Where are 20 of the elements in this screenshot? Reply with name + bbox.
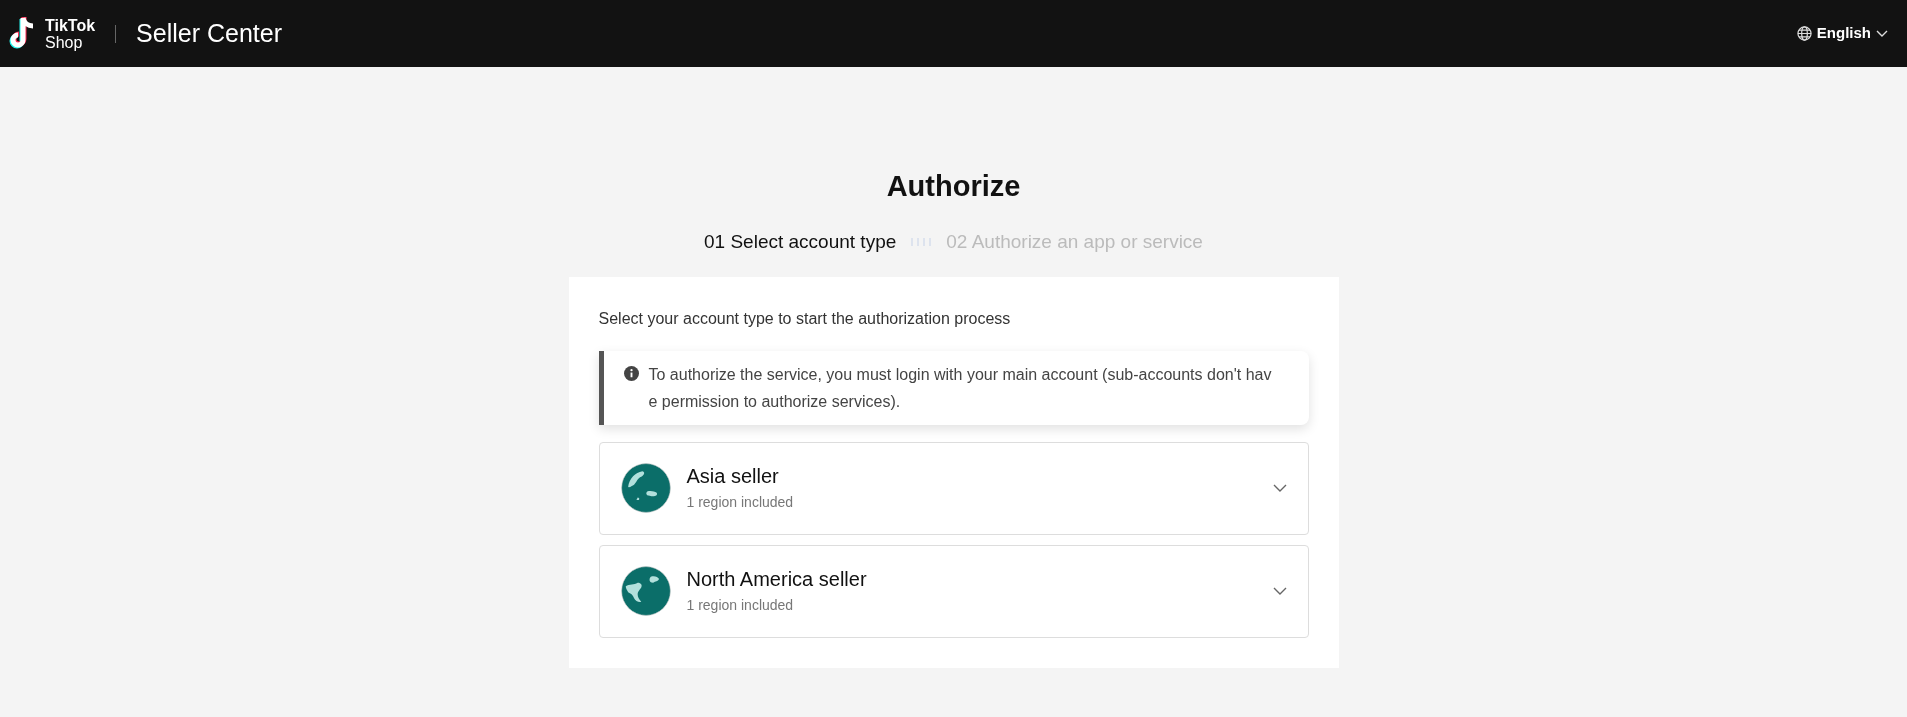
globe-icon <box>620 463 671 513</box>
logo-text: TikTok <box>45 16 96 34</box>
account-type-title: Asia seller <box>686 464 780 489</box>
account-type-subtitle: 1 region included <box>686 596 795 615</box>
globe-icon <box>1796 26 1812 41</box>
app-title: Seller Center <box>136 17 282 49</box>
account-type-subtitle: 1 region included <box>686 493 795 512</box>
notice-text: To authorize the service, you must login with your main account (sub-accounts don't have permission to authorize services). <box>648 364 1273 412</box>
globe-icon <box>620 566 671 616</box>
account-type-item[interactable]: North America seller 1 region included <box>598 544 1309 638</box>
language-selector[interactable]: English <box>1796 22 1888 45</box>
info-icon <box>623 365 639 381</box>
page-title: Authorize <box>886 169 1021 204</box>
chevron-down-icon <box>1876 29 1888 38</box>
account-type-title: North America seller <box>686 567 868 592</box>
step-label: 01 Select account type <box>704 230 897 254</box>
instruction-text: Select your account type to start the authorization process <box>598 308 1012 329</box>
step-label: 02 Authorize an app or service <box>946 230 1203 254</box>
logo-text: Shop <box>45 33 84 51</box>
account-type-item[interactable]: Asia seller 1 region included <box>598 441 1309 535</box>
